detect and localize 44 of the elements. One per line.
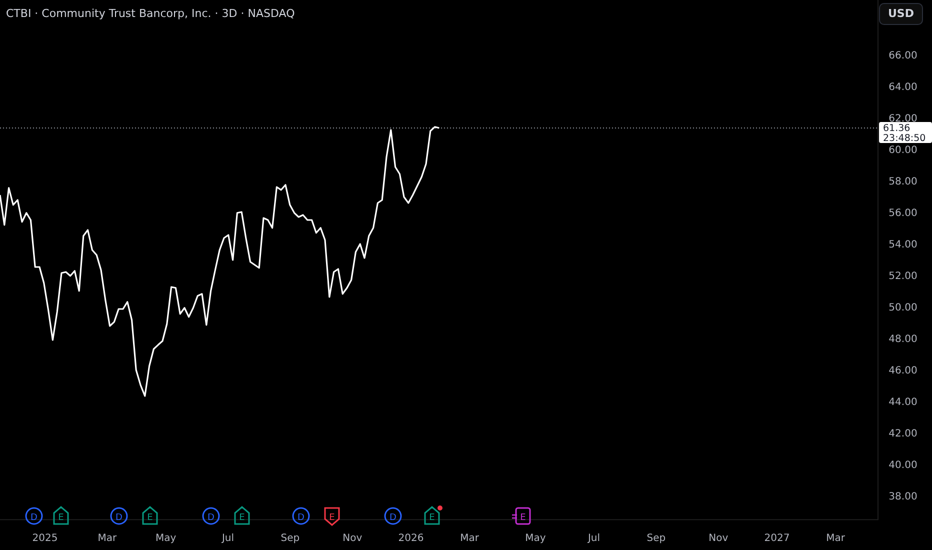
time-axis-label: May [525, 533, 546, 544]
price-tag-background [879, 122, 932, 143]
price-axis-label: 56.00 [888, 208, 918, 219]
time-axis-label: 2025 [32, 533, 58, 544]
price-axis-label: 58.00 [888, 176, 918, 188]
price-axis-label: 48.00 [888, 334, 918, 345]
currency-button[interactable]: USD [879, 3, 923, 25]
price-axis-label: 50.00 [888, 302, 918, 314]
price-axis-label: 62.00 [888, 113, 918, 124]
time-axis-label: May [155, 533, 176, 544]
price-axis-label: 52.00 [888, 270, 918, 282]
last-price-label: 61.36 [883, 123, 910, 134]
price-axis-label: 40.00 [888, 460, 918, 471]
earnings-icon[interactable]: E [53, 506, 69, 525]
dividend-icon[interactable]: D [292, 507, 310, 525]
price-axis-label: 42.00 [888, 428, 918, 440]
time-axis-label: Mar [460, 533, 479, 544]
time-axis-label: 2027 [764, 533, 790, 544]
dividend-icon[interactable]: D [110, 507, 128, 525]
price-axis-label: 38.00 [888, 491, 918, 502]
countdown-label: 23:48:50 [883, 133, 926, 144]
time-axis-label: Jul [222, 533, 234, 544]
price-axis-label: 64.00 [888, 82, 918, 93]
dividend-icon[interactable]: D [202, 507, 220, 525]
time-axis-label: Jul [588, 533, 600, 544]
earnings-icon[interactable]: E [234, 506, 250, 525]
price-axis-label: 46.00 [888, 365, 918, 376]
chart-title: CTBI · Community Trust Bancorp, Inc. · 3D · NASDAQ [6, 6, 295, 22]
time-axis-label: Sep [646, 533, 666, 544]
earnings-icon[interactable]: E [142, 506, 158, 525]
time-axis-label: Mar [826, 533, 845, 544]
dividend-icon[interactable]: D [384, 507, 402, 525]
time-axis-label: Sep [280, 533, 300, 544]
time-axis-label: 2026 [398, 533, 424, 544]
price-axis-label: 54.00 [888, 239, 918, 250]
price-axis-label: 60.00 [888, 144, 918, 156]
earnings-icon[interactable]: E [324, 507, 340, 526]
time-axis-label: Nov [708, 533, 728, 544]
price-axis-label: 44.00 [888, 396, 918, 408]
dividend-icon[interactable]: D [25, 507, 43, 525]
earnings-icon[interactable]: E [424, 506, 440, 525]
price-axis-label: 66.00 [888, 50, 918, 62]
time-axis-label: Mar [98, 533, 117, 544]
time-axis-label: Nov [342, 533, 362, 544]
